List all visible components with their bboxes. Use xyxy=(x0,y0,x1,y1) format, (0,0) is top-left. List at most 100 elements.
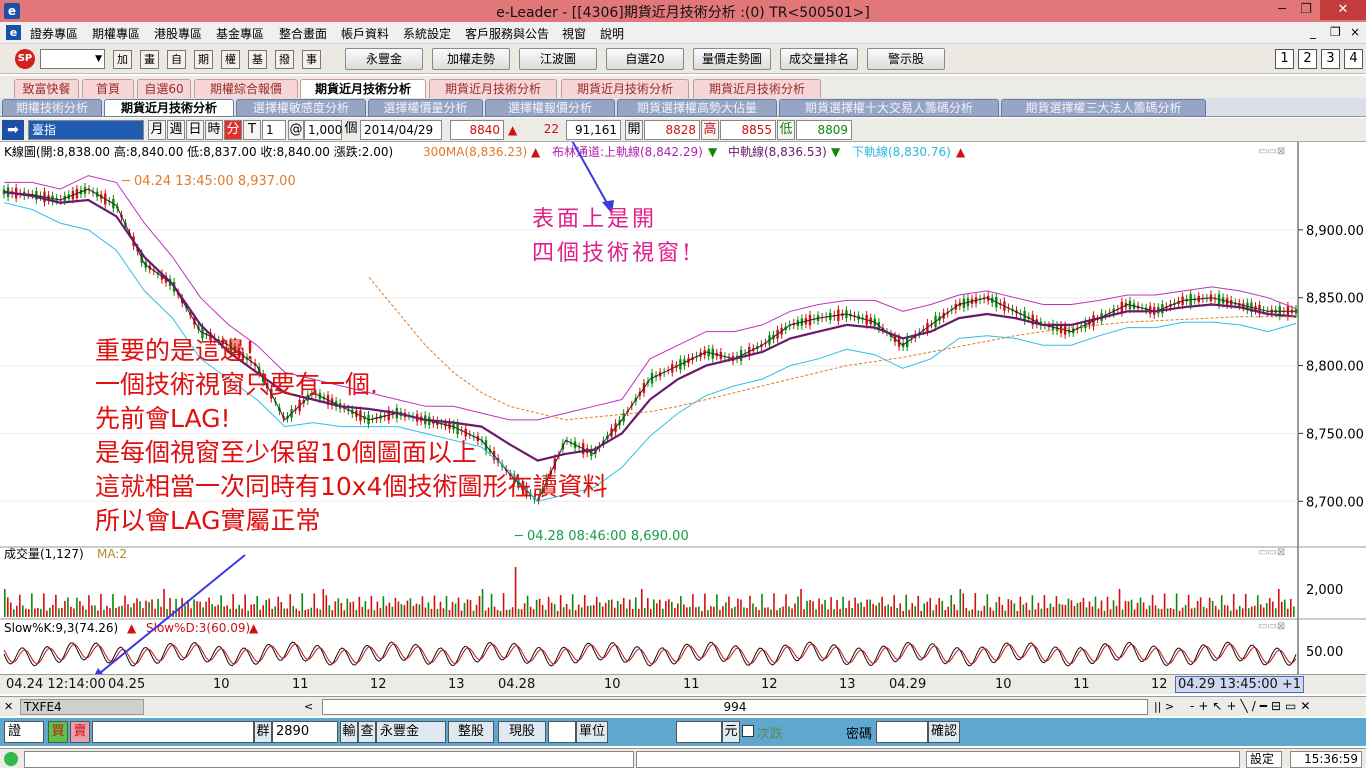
tab-futures-tech-3[interactable]: 期貨近月技術分析 xyxy=(561,79,689,98)
period-week-button[interactable]: 週 xyxy=(167,120,185,140)
chart-scrollbar[interactable]: 994 xyxy=(322,699,1148,715)
tab-options-quote[interactable]: 期權綜合報價 xyxy=(194,79,298,98)
tab-futures-tech-1[interactable]: 期貨近月技術分析 xyxy=(300,79,426,98)
date-select[interactable]: 2014/04/29 xyxy=(360,120,442,140)
layout-1-button[interactable]: 1 xyxy=(1275,49,1294,69)
subtab-sensitivity[interactable]: 選擇權敏感度分析 xyxy=(236,99,366,117)
tool-options-button[interactable]: 權 xyxy=(221,50,240,69)
pane-controls-icon[interactable]: ▭▭⊠ xyxy=(1258,146,1285,157)
tick-button[interactable]: T xyxy=(243,120,261,140)
subtab-quote-analysis[interactable]: 選擇權報價分析 xyxy=(485,99,615,117)
watchlist20-button[interactable]: 自選20 xyxy=(606,48,684,70)
menu-item-integrated[interactable]: 整合畫面 xyxy=(279,25,327,42)
menu-item-help[interactable]: 說明 xyxy=(600,25,624,42)
menu-item-service[interactable]: 客戶服務與公告 xyxy=(465,25,549,42)
symbol-select[interactable]: 臺指 xyxy=(28,120,144,140)
layout-3-button[interactable]: 3 xyxy=(1321,49,1340,69)
menu-item-window[interactable]: 視窗 xyxy=(562,25,586,42)
tool-futures-button[interactable]: 期 xyxy=(194,50,213,69)
tool-fund-button[interactable]: 基 xyxy=(248,50,267,69)
password-input[interactable] xyxy=(876,721,928,743)
tool-dial-button[interactable]: 撥 xyxy=(275,50,294,69)
volume-bar xyxy=(1163,593,1166,617)
sell-button[interactable]: 賣 xyxy=(70,721,90,743)
tab-watch60[interactable]: 自選60 xyxy=(137,79,191,98)
group-select[interactable]: 2890 xyxy=(272,721,338,743)
price-input[interactable] xyxy=(676,721,722,743)
tab-futures-tech-2[interactable]: 期貨近月技術分析 xyxy=(429,79,557,98)
period-minute-button[interactable]: 分 xyxy=(224,120,242,140)
quantity-input[interactable] xyxy=(548,721,576,743)
subtab-futures-tech[interactable]: 期貨近月技術分析 xyxy=(104,99,234,117)
count-input[interactable]: 1,000 xyxy=(304,120,342,140)
volume-bar xyxy=(364,601,367,617)
menu-item-settings[interactable]: 系統設定 xyxy=(403,25,451,42)
tool-self-button[interactable]: 自 xyxy=(167,50,186,69)
tab-home[interactable]: 首頁 xyxy=(82,79,134,98)
tool-add-button[interactable]: 加 xyxy=(113,50,132,69)
stock-input[interactable] xyxy=(92,721,254,743)
subtab-top-traders[interactable]: 期貨選擇權十大交易人籌碼分析 xyxy=(779,99,999,117)
restore-button[interactable]: ❐ xyxy=(1294,0,1318,20)
input-label: 輸 xyxy=(340,721,358,743)
buy-button[interactable]: 買 xyxy=(48,721,68,743)
period-month-button[interactable]: 月 xyxy=(148,120,166,140)
confirm-button[interactable]: 確認 xyxy=(928,721,960,743)
menu-item-account[interactable]: 帳戶資料 xyxy=(341,25,389,42)
mdi-close[interactable]: × xyxy=(1350,25,1360,39)
pane-controls-icon[interactable]: ▭▭⊠ xyxy=(1258,547,1285,558)
period-hour-button[interactable]: 時 xyxy=(205,120,223,140)
close-button[interactable]: ✕ xyxy=(1320,0,1366,20)
mdi-minimize[interactable]: _ xyxy=(1310,25,1316,39)
yongfeng-button[interactable]: 永豐金 xyxy=(345,48,423,70)
volume-bar xyxy=(656,603,658,617)
lot-select[interactable]: 整股 xyxy=(448,721,494,743)
volume-price-button[interactable]: 量價走勢圖 xyxy=(693,48,771,70)
symbol-tab[interactable]: TXFE4 xyxy=(20,699,144,715)
volume-bar xyxy=(833,609,835,617)
volume-bar xyxy=(19,594,21,617)
period-day-button[interactable]: 日 xyxy=(186,120,204,140)
tab-zhifu[interactable]: 致富快餐 xyxy=(14,79,79,98)
volume-bar xyxy=(1139,597,1142,617)
close-icon[interactable]: ✕ xyxy=(4,700,13,713)
menu-item-securities[interactable]: 證券專區 xyxy=(30,25,78,42)
menu-item-hk[interactable]: 港股專區 xyxy=(154,25,202,42)
account-select[interactable]: ▼ xyxy=(40,49,105,69)
arrow-right-icon[interactable]: ➡ xyxy=(2,120,24,140)
tab-futures-tech-4[interactable]: 期貨近月技術分析 xyxy=(693,79,821,98)
subtab-options-tech[interactable]: 期權技術分析 xyxy=(2,99,102,117)
menu-item-funds[interactable]: 基金專區 xyxy=(216,25,264,42)
trade-type-select[interactable]: 現股 xyxy=(498,721,546,743)
volume-rank-button[interactable]: 成交量排名 xyxy=(780,48,858,70)
mdi-restore[interactable]: ❐ xyxy=(1330,25,1341,39)
chevron-right-icon[interactable]: || > xyxy=(1154,700,1174,713)
volume-bar xyxy=(983,605,986,617)
query-button[interactable]: 查 xyxy=(358,721,376,743)
volume-bar xyxy=(1016,610,1019,617)
volume-bar xyxy=(622,597,625,617)
alert-stock-button[interactable]: 警示股 xyxy=(867,48,945,70)
layout-4-button[interactable]: 4 xyxy=(1344,49,1363,69)
tool-event-button[interactable]: 事 xyxy=(302,50,321,69)
market-select[interactable]: 證 xyxy=(4,721,44,743)
weighted-trend-button[interactable]: 加權走勢 xyxy=(432,48,510,70)
volume-bar xyxy=(1193,607,1196,617)
menu-app-icon[interactable]: e xyxy=(6,25,21,40)
subtab-big-volume[interactable]: 期貨選擇權高勢大佔量 xyxy=(617,99,777,117)
interval-input[interactable]: 1 xyxy=(262,120,286,140)
sp-logo-icon[interactable]: SP xyxy=(15,49,35,69)
settings-button[interactable]: 設定 xyxy=(1246,751,1282,768)
volume-bar xyxy=(10,602,12,617)
pane-controls-icon[interactable]: ▭▭⊠ xyxy=(1258,621,1285,632)
layout-2-button[interactable]: 2 xyxy=(1298,49,1317,69)
subtab-price-volume[interactable]: 選擇權價量分析 xyxy=(368,99,483,117)
subtab-institutional[interactable]: 期貨選擇權三大法人籌碼分析 xyxy=(1001,99,1206,117)
tool-draw-button[interactable]: 畫 xyxy=(140,50,159,69)
chevron-left-icon[interactable]: < xyxy=(304,700,313,713)
jiangbo-chart-button[interactable]: 江波圖 xyxy=(519,48,597,70)
menu-item-options[interactable]: 期權專區 xyxy=(92,25,140,42)
ci-die-checkbox[interactable] xyxy=(742,725,754,737)
chart-tools-icon[interactable]: -+↖+╲/━⊟▭✕ xyxy=(1190,699,1366,715)
minimize-button[interactable]: ─ xyxy=(1270,0,1294,20)
